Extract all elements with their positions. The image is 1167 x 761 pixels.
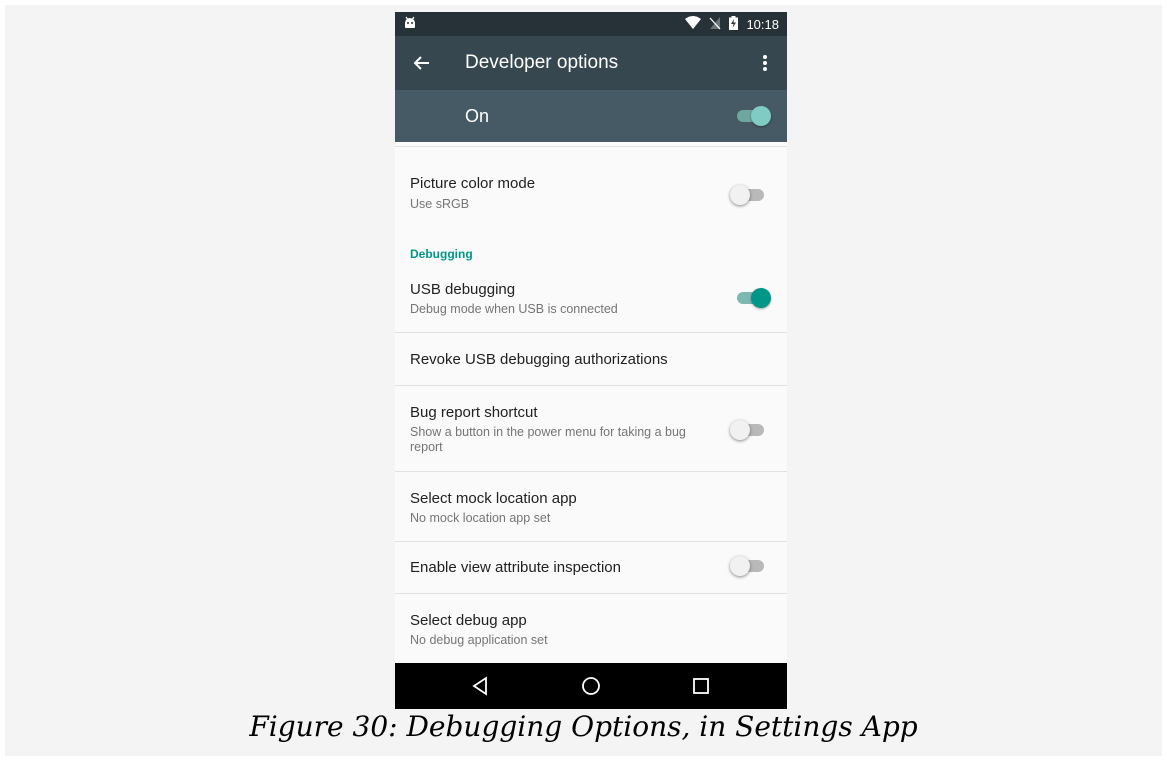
nav-recents-square-icon[interactable]	[690, 675, 712, 697]
nav-back-triangle-icon[interactable]	[470, 675, 492, 697]
phone-screen: 10:18 Developer options On Picture color…	[395, 12, 787, 709]
developer-options-master-switch-bar[interactable]: On	[395, 90, 787, 142]
row-summary: No mock location app set	[410, 511, 551, 525]
revoke-usb-authorizations-row[interactable]: Revoke USB debugging authorizations	[395, 333, 787, 385]
divider	[395, 146, 787, 147]
page-title: Developer options	[465, 52, 619, 73]
no-sim-icon	[709, 16, 721, 33]
bug-report-shortcut-switch[interactable]	[730, 420, 766, 440]
more-vert-icon[interactable]	[753, 49, 777, 77]
bug-report-shortcut-row[interactable]: Bug report shortcut Show a button in the…	[395, 386, 787, 471]
view-attribute-inspection-switch[interactable]	[730, 556, 766, 576]
row-title: Select debug app	[410, 612, 527, 629]
row-summary: Use sRGB	[410, 197, 470, 211]
row-summary: Debug mode when USB is connected	[410, 302, 618, 316]
row-title: USB debugging	[410, 281, 516, 298]
row-title: Revoke USB debugging authorizations	[410, 351, 668, 368]
row-title: Enable view attribute inspection	[410, 559, 621, 576]
row-summary: Show a button in the power menu for taki…	[410, 425, 686, 454]
picture-color-mode-switch[interactable]	[730, 185, 766, 205]
view-attribute-inspection-row[interactable]: Enable view attribute inspection	[395, 542, 787, 593]
debugging-category-header: Debugging	[410, 247, 473, 261]
app-toolbar: Developer options	[395, 36, 787, 90]
usb-debugging-switch[interactable]	[735, 288, 771, 308]
status-bar: 10:18	[395, 12, 787, 36]
master-toggle-switch[interactable]	[735, 106, 771, 126]
row-title: Select mock location app	[410, 490, 577, 507]
row-title: Picture color mode	[410, 175, 536, 192]
status-clock: 10:18	[746, 16, 779, 32]
picture-color-mode-row[interactable]: Picture color mode Use sRGB	[395, 158, 787, 216]
system-navigation-bar	[395, 663, 787, 709]
wifi-icon	[685, 16, 702, 33]
android-debug-icon	[403, 16, 417, 33]
row-title: Bug report shortcut	[410, 404, 538, 421]
figure-caption: Figure 30: Debugging Options, in Setting…	[249, 710, 918, 743]
select-debug-app-row[interactable]: Select debug app No debug application se…	[395, 594, 787, 663]
nav-home-circle-icon[interactable]	[580, 675, 602, 697]
select-mock-location-app-row[interactable]: Select mock location app No mock locatio…	[395, 472, 787, 541]
usb-debugging-row[interactable]: USB debugging Debug mode when USB is con…	[395, 266, 787, 332]
master-switch-label: On	[465, 106, 490, 126]
row-summary: No debug application set	[410, 633, 548, 647]
battery-charging-icon	[729, 16, 739, 33]
back-arrow-icon[interactable]	[409, 49, 437, 77]
